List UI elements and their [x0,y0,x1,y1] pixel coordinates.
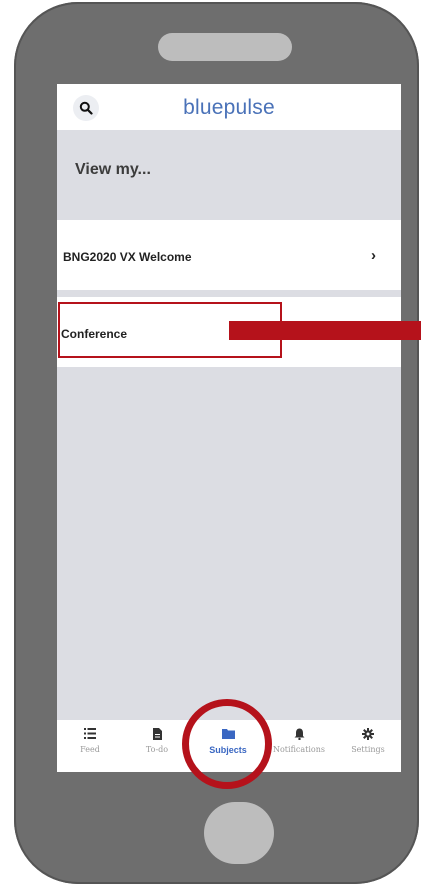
tab-notifications[interactable]: Notifications [266,720,332,772]
phone-speaker [158,33,292,61]
app-screen: bluepulse BNG2020 VX Welcome › Conferenc… [57,84,401,772]
bell-icon [266,728,332,742]
top-bar: bluepulse [57,84,401,130]
tab-to-do[interactable]: To-do [124,720,190,772]
chevron-right-icon: › [371,247,376,264]
subject-label: BNG2020 VX Welcome [63,250,192,264]
list-icon [57,728,123,742]
app-brand-logo: bluepulse [183,96,275,119]
subject-row-bng2020[interactable]: BNG2020 VX Welcome › [57,220,401,290]
highlight-circle-annotation [182,699,272,789]
section-title: View my... [75,161,151,178]
home-button[interactable] [204,802,274,864]
tab-label: Settings [351,745,385,754]
divider [57,290,401,297]
gear-icon [335,728,401,742]
empty-content-area [57,367,401,720]
highlight-arrow-annotation [229,321,421,340]
document-icon [124,728,190,742]
tab-settings[interactable]: Settings [335,720,401,772]
tab-feed[interactable]: Feed [57,720,123,772]
